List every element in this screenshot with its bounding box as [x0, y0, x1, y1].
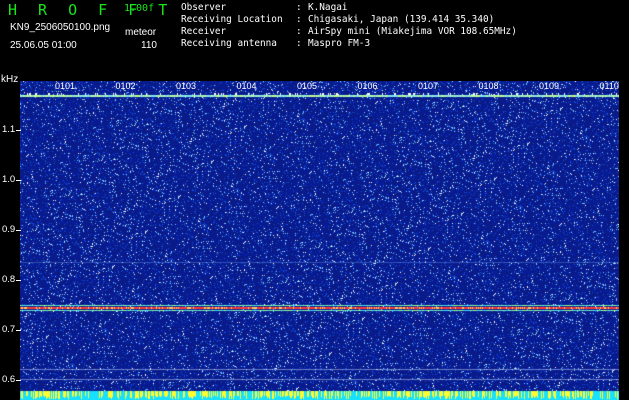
time-label: 0101: [55, 81, 76, 91]
time-label: 0107: [418, 81, 439, 91]
meteor-label: meteor: [125, 27, 157, 38]
datetime-label: 25.06.05 01:00: [10, 40, 77, 51]
meteor-count: 110: [141, 40, 157, 51]
info-row-observer: Observer: K.Nagai: [181, 2, 348, 13]
freq-label: 1.0: [2, 174, 16, 185]
file-name: KN9_2506050100.png: [10, 22, 111, 33]
time-label: 0108: [478, 81, 499, 91]
time-label: 0103: [176, 81, 197, 91]
time-label: 0110: [599, 81, 619, 91]
freq-tick: [16, 380, 21, 381]
info-row-receiver: Receiver: AirSpy mini (Miakejima VOR 108.…: [181, 26, 517, 37]
app-version: 1.00f: [124, 3, 155, 14]
time-label: 0106: [357, 81, 378, 91]
freq-label: 0.7: [2, 324, 16, 335]
station-info: Observer: K.Nagai Receiving Location: Chig…: [181, 2, 517, 50]
info-row-location: Receiving Location: Chigasaki, Japan (139…: [181, 14, 495, 25]
waterfall-canvas: [20, 81, 619, 400]
freq-label: 0.8: [2, 274, 16, 285]
freq-tick: [16, 280, 21, 281]
time-label: 0104: [236, 81, 257, 91]
time-label: 0109: [539, 81, 560, 91]
freq-tick: [16, 180, 21, 181]
freq-label: 1.1: [2, 124, 16, 135]
time-label: 0102: [115, 81, 136, 91]
info-row-antenna: Receiving antenna: Maspro FM-3: [181, 38, 371, 49]
y-axis-unit: kHz: [1, 74, 19, 85]
freq-label: 0.6: [2, 374, 16, 385]
freq-tick: [16, 230, 21, 231]
waterfall-spectrogram: [20, 81, 619, 400]
freq-tick: [16, 130, 21, 131]
header-panel: H R O F F T 1.00f KN9_2506050100.png met…: [0, 0, 629, 75]
time-label: 0105: [297, 81, 318, 91]
freq-tick: [16, 330, 21, 331]
freq-label: 0.9: [2, 224, 16, 235]
